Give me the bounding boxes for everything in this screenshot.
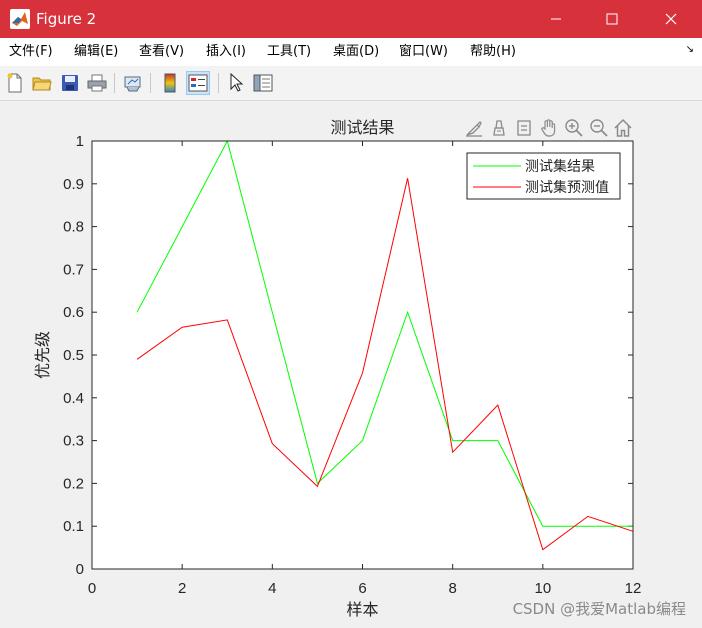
arrow-icon[interactable]: ↘	[686, 44, 694, 55]
save-button[interactable]	[58, 71, 82, 95]
menu-window[interactable]: 窗口(W)	[399, 44, 448, 60]
menu-desktop[interactable]: 桌面(D)	[333, 44, 379, 60]
y-tick-label: 0.8	[63, 219, 84, 236]
zoom-in-icon	[565, 119, 583, 137]
zoom-out-button[interactable]	[588, 117, 610, 139]
pan-icon	[541, 119, 556, 137]
maximize-icon	[606, 13, 618, 25]
insert-legend-icon	[188, 74, 208, 92]
data-cursor-icon	[517, 120, 531, 136]
toolbar-separator	[218, 73, 219, 93]
toolbar-separator	[114, 73, 115, 93]
menu-view[interactable]: 查看(V)	[139, 44, 184, 60]
insert-legend-button[interactable]	[186, 71, 210, 95]
menu-tools[interactable]: 工具(T)	[267, 44, 311, 60]
restore-view-button[interactable]	[612, 117, 634, 139]
window-titlebar[interactable]: Figure 2	[0, 0, 702, 38]
y-axis-label: 优先级	[34, 331, 52, 379]
insert-colorbar-button[interactable]	[158, 71, 182, 95]
menu-bar: 文件(F) 编辑(E) 查看(V) 插入(I) 工具(T) 桌面(D) 窗口(W…	[0, 38, 702, 66]
minimize-button[interactable]	[528, 0, 584, 38]
y-tick-label: 0	[76, 561, 84, 578]
x-axis-label: 样本	[346, 601, 378, 619]
y-tick-label: 0.7	[63, 261, 84, 278]
pan-button[interactable]	[538, 117, 560, 139]
brush-icon	[466, 121, 482, 137]
close-icon	[665, 13, 677, 25]
figure-toolbar	[0, 66, 702, 101]
open-file-icon	[32, 77, 52, 91]
data-tips-button[interactable]	[488, 117, 510, 139]
x-tick-label: 6	[358, 580, 366, 597]
x-tick-label: 2	[178, 580, 186, 597]
menu-insert[interactable]: 插入(I)	[206, 44, 246, 60]
link-plot-icon	[124, 76, 141, 92]
y-tick-label: 0.6	[63, 304, 84, 321]
open-file-button[interactable]	[30, 71, 54, 95]
chart-title: 测试结果	[330, 119, 394, 137]
print-button[interactable]	[85, 71, 109, 95]
legend-label: 测试集预测值	[525, 179, 609, 195]
matlab-icon	[10, 9, 30, 29]
y-tick-label: 0.3	[63, 433, 84, 450]
property-inspector-button[interactable]	[251, 71, 275, 95]
y-tick-label: 0.9	[63, 176, 84, 193]
maximize-button[interactable]	[584, 0, 640, 38]
restore-view-icon	[614, 118, 632, 137]
new-figure-icon	[7, 73, 22, 93]
toolbar-separator	[150, 73, 151, 93]
link-plot-button[interactable]	[121, 71, 145, 95]
x-tick-label: 8	[448, 580, 456, 597]
x-tick-label: 12	[625, 580, 642, 597]
plot-area	[92, 141, 633, 569]
print-icon	[87, 74, 107, 92]
property-inspector-icon	[253, 74, 273, 92]
menu-file[interactable]: 文件(F)	[9, 44, 53, 60]
minimize-icon	[551, 18, 561, 20]
brush-button[interactable]	[463, 117, 485, 139]
save-icon	[62, 75, 78, 91]
edit-plot-arrow-icon	[230, 73, 244, 92]
y-tick-label: 0.5	[63, 347, 84, 364]
zoom-in-button[interactable]	[563, 117, 585, 139]
data-tips-icon	[493, 120, 505, 136]
chart: 00.10.20.30.40.50.60.70.80.910 2 4 6 8 10 12测试…	[34, 119, 642, 619]
insert-colorbar-icon	[164, 73, 176, 93]
x-tick-label: 4	[268, 580, 276, 597]
watermark-text: CSDN @我爱Matlab编程	[512, 600, 686, 618]
y-tick-label: 0.2	[63, 475, 84, 492]
menu-help[interactable]: 帮助(H)	[470, 44, 516, 60]
x-tick-label: 10	[534, 580, 551, 597]
y-tick-label: 0.4	[63, 390, 84, 407]
y-tick-label: 1	[76, 133, 84, 150]
x-tick-label: 0	[88, 580, 96, 597]
zoom-out-icon	[590, 119, 608, 137]
edit-plot-button[interactable]	[224, 71, 248, 95]
data-cursor-button[interactable]	[513, 117, 535, 139]
new-figure-button[interactable]	[3, 71, 27, 95]
y-tick-label: 0.1	[63, 518, 84, 535]
figure-canvas[interactable]: 0 0.1 0.2 0.3 0.4 0.5 0.6 0.7 0.8 0.9 1 0 2 4 6 8 10 12 测试…	[0, 101, 702, 628]
close-button[interactable]	[640, 0, 702, 38]
menu-edit[interactable]: 编辑(E)	[74, 44, 118, 60]
window-title: Figure 2	[36, 10, 97, 28]
legend-label: 测试集结果	[525, 158, 595, 174]
